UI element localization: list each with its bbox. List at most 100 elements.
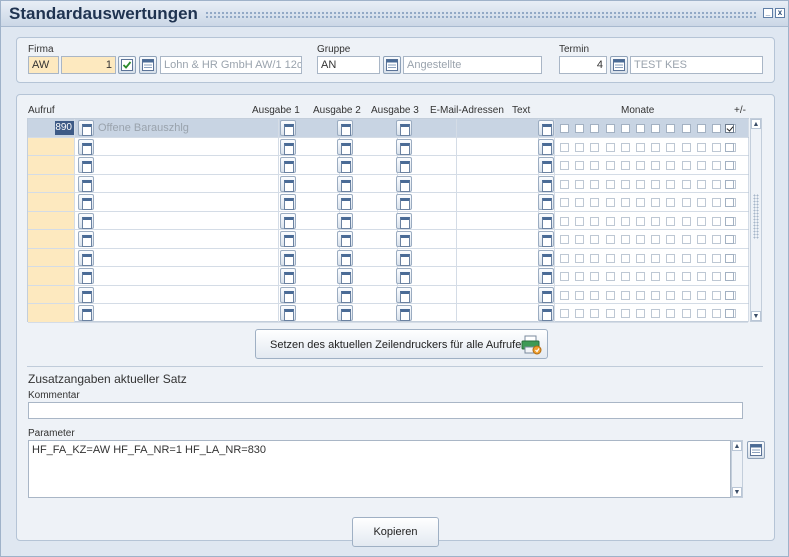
aufruf-lookup-button[interactable] (78, 138, 94, 155)
month-checkbox[interactable] (560, 142, 569, 152)
month-checkbox[interactable] (712, 290, 721, 300)
ausgabe-1-button[interactable] (280, 194, 296, 210)
scroll-up-icon[interactable]: ▲ (751, 119, 761, 129)
month-checkbox[interactable] (605, 309, 615, 318)
month-checkbox[interactable] (681, 124, 691, 133)
month-checkbox[interactable] (575, 161, 585, 170)
month-checkbox[interactable] (636, 161, 645, 170)
ausgabe-2-button[interactable] (337, 305, 353, 321)
month-checkbox[interactable] (575, 235, 585, 244)
month-checkbox[interactable] (712, 253, 721, 263)
ausgabe-2-button[interactable] (337, 286, 353, 303)
table-row[interactable] (28, 248, 749, 267)
ausgabe-1-button[interactable] (280, 120, 296, 136)
aufruf-lookup-button[interactable] (78, 286, 94, 303)
month-checkbox[interactable] (681, 272, 691, 281)
table-row[interactable] (28, 267, 749, 286)
month-checkbox[interactable] (620, 309, 630, 318)
month-checkbox[interactable] (560, 290, 569, 300)
plus-minus-checkbox[interactable] (725, 235, 734, 244)
firma-confirm-button[interactable] (118, 56, 136, 74)
month-checkbox[interactable] (666, 272, 676, 281)
month-checkbox[interactable] (696, 309, 706, 318)
month-checkbox[interactable] (666, 290, 676, 300)
month-checkbox[interactable] (575, 198, 585, 207)
month-checkbox[interactable] (575, 272, 585, 281)
month-checkbox[interactable] (651, 198, 661, 207)
month-checkbox[interactable] (681, 142, 691, 152)
ausgabe-3-button[interactable] (396, 212, 412, 229)
ausgabe-3-button[interactable] (396, 120, 412, 136)
ausgabe-3-button[interactable] (396, 138, 412, 155)
month-checkbox[interactable] (696, 161, 706, 170)
text-edit-button[interactable] (538, 194, 554, 210)
month-checkbox[interactable] (651, 235, 661, 244)
month-checkbox[interactable] (712, 179, 721, 189)
month-checkbox[interactable] (605, 253, 615, 263)
month-checkbox[interactable] (666, 253, 676, 263)
kommentar-input[interactable] (28, 402, 743, 419)
month-checkbox[interactable] (651, 309, 661, 318)
ausgabe-2-button[interactable] (337, 138, 353, 155)
month-checkbox[interactable] (696, 179, 706, 189)
firma-number-field[interactable]: 1 (61, 56, 116, 74)
month-checkbox[interactable] (651, 290, 661, 300)
parameter-scrollbar[interactable]: ▲ ▼ (731, 440, 743, 498)
gruppe-lookup-button[interactable] (383, 56, 401, 74)
month-checkbox[interactable] (605, 272, 615, 281)
text-edit-button[interactable] (538, 268, 554, 284)
ausgabe-2-button[interactable] (337, 120, 353, 136)
ausgabe-3-button[interactable] (396, 231, 412, 247)
close-icon[interactable]: x (775, 8, 785, 18)
month-checkbox[interactable] (560, 161, 569, 170)
text-edit-button[interactable] (538, 120, 554, 136)
termin-lookup-button[interactable] (610, 56, 628, 74)
month-checkbox[interactable] (681, 198, 691, 207)
month-checkbox[interactable] (636, 216, 645, 226)
aufruf-cell[interactable] (28, 174, 74, 192)
month-checkbox[interactable] (605, 161, 615, 170)
firma-code-field[interactable]: AW (28, 56, 59, 74)
month-checkbox[interactable] (605, 124, 615, 133)
month-checkbox[interactable] (590, 179, 600, 189)
month-checkbox[interactable] (560, 216, 569, 226)
month-checkbox[interactable] (681, 179, 691, 189)
month-checkbox[interactable] (575, 216, 585, 226)
grid-scrollbar[interactable]: ▲ ▼ (750, 118, 762, 322)
text-edit-button[interactable] (538, 157, 554, 173)
aufruf-lookup-button[interactable] (78, 175, 94, 192)
plus-minus-checkbox[interactable] (725, 142, 734, 152)
month-checkbox[interactable] (620, 272, 630, 281)
month-checkbox[interactable] (620, 290, 630, 300)
aufruf-cell[interactable] (28, 230, 74, 248)
parameter-textarea[interactable]: HF_FA_KZ=AW HF_FA_NR=1 HF_LA_NR=830 (28, 440, 731, 498)
month-checkbox[interactable] (651, 253, 661, 263)
text-edit-button[interactable] (538, 249, 554, 266)
month-checkbox[interactable] (666, 235, 676, 244)
month-checkbox[interactable] (620, 142, 630, 152)
table-row[interactable]: 890 Offene Barauszhlg (28, 119, 749, 138)
text-edit-button[interactable] (538, 231, 554, 247)
table-row[interactable] (28, 174, 749, 193)
aufruf-lookup-button[interactable] (78, 268, 94, 284)
month-checkbox[interactable] (636, 290, 645, 300)
month-checkbox[interactable] (651, 272, 661, 281)
aufruf-lookup-button[interactable] (78, 231, 94, 247)
aufruf-lookup-button[interactable] (78, 157, 94, 173)
plus-minus-checkbox[interactable] (725, 290, 734, 300)
month-checkbox[interactable] (590, 235, 600, 244)
month-checkbox[interactable] (681, 161, 691, 170)
plus-minus-checkbox[interactable] (725, 216, 734, 226)
ausgabe-3-button[interactable] (396, 305, 412, 321)
month-checkbox[interactable] (696, 142, 706, 152)
month-checkbox[interactable] (696, 124, 706, 133)
month-checkbox[interactable] (590, 290, 600, 300)
month-checkbox[interactable] (651, 124, 661, 133)
scroll-up-icon[interactable]: ▲ (732, 441, 742, 451)
month-checkbox[interactable] (605, 216, 615, 226)
month-checkbox[interactable] (605, 290, 615, 300)
month-checkbox[interactable] (636, 198, 645, 207)
month-checkbox[interactable] (696, 290, 706, 300)
ausgabe-1-button[interactable] (280, 138, 296, 155)
aufruf-cell[interactable] (28, 193, 74, 211)
